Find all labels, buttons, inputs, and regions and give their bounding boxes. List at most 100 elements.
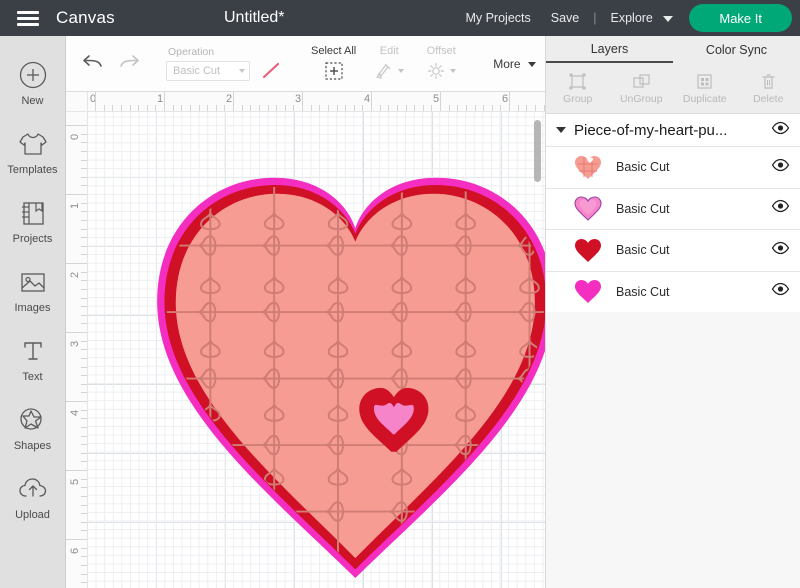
more-button[interactable]: More bbox=[479, 57, 550, 71]
ungroup-button[interactable]: UnGroup bbox=[610, 63, 674, 113]
offset-button[interactable]: Offset bbox=[415, 45, 467, 82]
ruler-v-mark: 3 bbox=[69, 340, 81, 347]
color-swatch-button[interactable] bbox=[260, 61, 282, 81]
design-space-window: Canvas Untitled* My Projects Save | Expl… bbox=[0, 0, 800, 588]
canvas-vertical-scrollbar[interactable] bbox=[534, 120, 541, 182]
ruler-tick bbox=[81, 521, 87, 523]
ruler-tick bbox=[81, 426, 87, 428]
my-projects-link[interactable]: My Projects bbox=[455, 11, 540, 25]
operation-label: Operation bbox=[168, 46, 215, 58]
top-bar: Canvas Untitled* My Projects Save | Expl… bbox=[0, 0, 800, 36]
sidebar-item-text[interactable]: Text bbox=[0, 324, 66, 393]
layer-group-header[interactable]: Piece-of-my-heart-pu... bbox=[546, 114, 800, 146]
layer-thumbnail-heart-salmon bbox=[572, 152, 604, 182]
sidebar-item-projects[interactable]: Projects bbox=[0, 186, 66, 255]
ruler-tick bbox=[336, 105, 338, 111]
trash-icon bbox=[759, 72, 778, 91]
shapes-icon bbox=[17, 403, 49, 437]
eye-icon[interactable] bbox=[771, 158, 790, 177]
ruler-tick bbox=[302, 92, 303, 111]
ruler-tick bbox=[293, 105, 295, 111]
ruler-tick bbox=[66, 332, 87, 333]
ruler-tick bbox=[81, 185, 87, 187]
ruler-tick bbox=[81, 530, 87, 532]
ruler-tick bbox=[81, 237, 87, 239]
offset-label: Offset bbox=[426, 45, 456, 57]
sidebar-item-new[interactable]: New bbox=[0, 48, 66, 117]
ruler-tick bbox=[517, 105, 519, 111]
ruler-h-mark: 3 bbox=[295, 93, 302, 105]
undo-icon[interactable] bbox=[82, 52, 104, 75]
eye-icon[interactable] bbox=[771, 241, 790, 260]
ruler-tick bbox=[81, 375, 87, 377]
sidebar-label-images: Images bbox=[14, 302, 51, 314]
ruler-tick bbox=[181, 105, 183, 111]
offset-icon bbox=[426, 60, 457, 82]
machine-selector[interactable]: Explore bbox=[601, 11, 680, 25]
sidebar-item-templates[interactable]: Templates bbox=[0, 117, 66, 186]
redo-icon[interactable] bbox=[118, 52, 140, 75]
delete-button[interactable]: Delete bbox=[737, 63, 800, 113]
table-row[interactable]: Basic Cut bbox=[546, 187, 800, 229]
eye-icon[interactable] bbox=[771, 199, 790, 218]
document-title[interactable]: Untitled* bbox=[224, 9, 284, 27]
ruler-tick bbox=[457, 105, 459, 111]
ruler-tick bbox=[112, 105, 114, 111]
sidebar-label-new: New bbox=[21, 95, 44, 107]
ruler-tick bbox=[276, 105, 278, 111]
ruler-tick bbox=[189, 105, 191, 111]
ruler-v-mark: 0 bbox=[69, 133, 81, 140]
puzzle-heart-artwork[interactable] bbox=[88, 112, 545, 588]
eye-icon[interactable] bbox=[771, 121, 790, 140]
vertical-ruler[interactable]: 0 1 2 3 4 5 6 bbox=[66, 112, 88, 588]
collapse-caret-icon[interactable] bbox=[556, 127, 566, 133]
table-row[interactable]: Basic Cut bbox=[546, 229, 800, 271]
design-canvas[interactable]: 0 1 2 3 4 5 6 0 1 2 3 4 5 6 bbox=[66, 92, 545, 588]
chevron-down-icon bbox=[450, 69, 457, 73]
select-all-icon bbox=[324, 60, 344, 82]
ruler-tick bbox=[388, 105, 390, 111]
layer-thumbnail-heart-magenta bbox=[572, 277, 604, 307]
right-panel: Layers Color Sync Group UnGroup Duplicat… bbox=[545, 36, 800, 588]
ruler-tick bbox=[465, 105, 467, 111]
table-row[interactable]: Basic Cut bbox=[546, 146, 800, 188]
delete-label: Delete bbox=[753, 92, 784, 105]
edit-label: Edit bbox=[379, 45, 399, 57]
ruler-tick bbox=[146, 105, 148, 111]
table-row[interactable]: Basic Cut bbox=[546, 270, 800, 312]
ruler-tick bbox=[267, 105, 269, 111]
save-button[interactable]: Save bbox=[541, 11, 590, 25]
ruler-tick bbox=[66, 194, 87, 195]
ruler-tick bbox=[172, 105, 174, 111]
group-button[interactable]: Group bbox=[546, 63, 610, 113]
eye-icon[interactable] bbox=[771, 282, 790, 301]
sidebar-item-images[interactable]: Images bbox=[0, 255, 66, 324]
duplicate-button[interactable]: Duplicate bbox=[673, 63, 737, 113]
ruler-v-mark: 2 bbox=[69, 271, 81, 278]
ruler-tick bbox=[81, 314, 87, 316]
ruler-tick bbox=[250, 105, 252, 111]
ruler-tick bbox=[81, 202, 87, 204]
ruler-tick bbox=[526, 105, 528, 111]
ruler-h-mark: 5 bbox=[433, 93, 440, 105]
ruler-tick bbox=[81, 280, 87, 282]
sidebar-item-shapes[interactable]: Shapes bbox=[0, 393, 66, 462]
hamburger-menu-icon[interactable] bbox=[0, 0, 56, 36]
top-bar-separator: | bbox=[593, 11, 597, 25]
ruler-tick bbox=[81, 452, 87, 454]
sidebar-item-upload[interactable]: Upload bbox=[0, 462, 66, 531]
selection-tools: Select All Edit Offset bbox=[292, 36, 479, 92]
edit-button[interactable]: Edit bbox=[363, 45, 415, 82]
select-all-button[interactable]: Select All bbox=[304, 45, 363, 82]
make-it-button[interactable]: Make It bbox=[689, 4, 792, 32]
tab-color-sync[interactable]: Color Sync bbox=[673, 36, 800, 63]
left-sidebar: New Templates Projects Images Text Shape… bbox=[0, 36, 66, 588]
ruler-h-mark: 1 bbox=[157, 93, 164, 105]
ruler-tick bbox=[81, 219, 87, 221]
top-bar-actions: My Projects Save | Explore Make It bbox=[455, 4, 792, 32]
tab-layers[interactable]: Layers bbox=[546, 36, 673, 63]
horizontal-ruler[interactable]: 0 1 2 3 4 5 6 bbox=[66, 92, 545, 112]
operation-select[interactable]: Basic Cut bbox=[166, 61, 250, 81]
ruler-tick bbox=[491, 105, 493, 111]
ruler-v-mark: 5 bbox=[69, 478, 81, 485]
